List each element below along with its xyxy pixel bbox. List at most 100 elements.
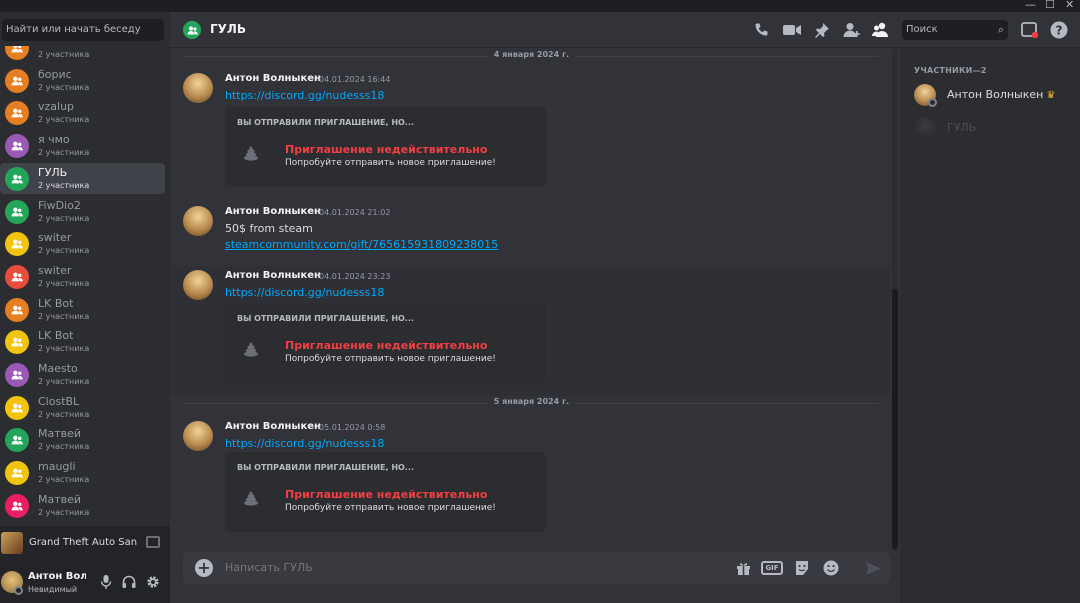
message-author[interactable]: Антон Волныкен xyxy=(225,421,321,432)
member-name-text: Антон Волныкен xyxy=(947,88,1044,101)
send-icon[interactable] xyxy=(863,558,883,578)
dm-member-count: 2 участника xyxy=(38,409,90,419)
help-icon[interactable]: ? xyxy=(1049,20,1069,40)
stream-screen-icon[interactable] xyxy=(146,536,160,548)
inbox-icon[interactable] xyxy=(1020,20,1040,40)
chat-area: ГУЛЬ Поиск ⌕ ? 4 января 2024 г. Антон Во… xyxy=(170,12,1080,603)
status-indicator-icon xyxy=(928,98,937,107)
invite-header: ВЫ ОТПРАВИЛИ ПРИГЛАШЕНИЕ, НО... xyxy=(237,314,414,323)
dm-item[interactable]: LK Bot 2 участника xyxy=(0,294,165,325)
dm-item[interactable]: FiwDio2 2 участника xyxy=(0,196,165,227)
gift-icon[interactable] xyxy=(733,558,753,578)
avatar[interactable] xyxy=(183,206,213,236)
dm-name: Матвей xyxy=(38,427,82,441)
dm-item[interactable]: я чмо 2 участника xyxy=(0,130,165,161)
dm-item[interactable]: Матвей 2 участника xyxy=(0,490,165,521)
dm-member-count: 2 участника xyxy=(38,246,90,256)
message-link[interactable]: steamcommunity.com/gift/7656159318092380… xyxy=(225,238,498,251)
video-call-icon[interactable] xyxy=(782,20,802,40)
message[interactable]: Антон Волныкен 04.01.2024 23:23 https://… xyxy=(170,266,890,396)
attach-plus-button[interactable]: + xyxy=(195,559,213,577)
group-dm-icon xyxy=(5,46,29,60)
message[interactable]: Антон Волныкен 05.01.2024 0:58 https://d… xyxy=(170,417,890,547)
dm-member-count: 2 участника xyxy=(38,115,90,125)
dm-member-count: 2 участника xyxy=(38,148,90,158)
group-dm-icon xyxy=(5,297,29,322)
user-panel: Антон Вол... Невидимый xyxy=(0,564,170,603)
dm-name: ГУЛЬ xyxy=(38,165,68,179)
dm-item[interactable]: maugli 2 участника xyxy=(0,457,165,488)
emoji-icon[interactable] xyxy=(821,558,841,578)
dm-item[interactable]: ClostBL 2 участника xyxy=(0,392,165,423)
find-conversation-input[interactable]: Найти или начать беседу xyxy=(2,19,164,41)
maximize-button[interactable]: ☐ xyxy=(1045,0,1055,11)
message-author[interactable]: Антон Волныкен xyxy=(225,206,321,217)
scrollbar-thumb[interactable] xyxy=(892,289,898,549)
dm-item[interactable]: Maesto 2 участника xyxy=(0,359,165,390)
sticker-icon[interactable] xyxy=(792,558,812,578)
dm-item[interactable]: 2 участника xyxy=(0,46,165,63)
avatar[interactable] xyxy=(183,73,213,103)
member-list: УЧАСТНИКИ—2 Антон Волныкен ♛ ГУЛЬ xyxy=(900,48,1080,603)
activity-panel[interactable]: Grand Theft Auto San ... xyxy=(0,526,170,564)
message-composer: + GIF xyxy=(183,552,890,584)
member-item[interactable]: ГУЛЬ xyxy=(914,115,1074,143)
dm-item[interactable]: vzalup 2 участника xyxy=(0,97,165,128)
poop-icon xyxy=(243,145,261,163)
dm-member-count: 2 участника xyxy=(38,50,90,59)
message-link[interactable]: https://discord.gg/nudesss18 xyxy=(225,286,384,299)
message-list: 4 января 2024 г. Антон Волныкен 04.01.20… xyxy=(170,49,895,554)
date-divider-label: 4 января 2024 г. xyxy=(487,50,576,59)
message-text: 50$ from steam xyxy=(225,222,313,235)
dm-name: maugli xyxy=(38,460,76,474)
dm-name: ClostBL xyxy=(38,394,80,408)
add-friends-icon[interactable] xyxy=(842,20,862,40)
group-dm-icon xyxy=(5,264,29,289)
dm-item[interactable]: борис 2 участника xyxy=(0,65,165,96)
scrollbar[interactable] xyxy=(892,49,898,552)
chat-title: ГУЛЬ xyxy=(210,22,247,36)
gif-label: GIF xyxy=(761,561,783,575)
invite-embed: ВЫ ОТПРАВИЛИ ПРИГЛАШЕНИЕ, НО... Приглаше… xyxy=(225,303,546,383)
minimize-button[interactable]: — xyxy=(1025,0,1036,11)
dm-item[interactable]: LK Bot 2 участника xyxy=(0,326,165,357)
message-link[interactable]: https://discord.gg/nudesss18 xyxy=(225,89,384,102)
message-author[interactable]: Антон Волныкен xyxy=(225,270,321,281)
game-name: Grand Theft Auto San ... xyxy=(29,537,139,548)
dm-list: 2 участника борис 2 участника vzalup 2 участ… xyxy=(0,46,170,536)
close-button[interactable]: ✕ xyxy=(1065,0,1074,11)
dm-item[interactable]: switer 2 участника xyxy=(0,261,165,292)
search-placeholder: Поиск xyxy=(906,24,938,35)
message[interactable]: Антон Волныкен 04.01.2024 21:02 50$ from… xyxy=(170,202,890,262)
dm-item[interactable]: ГУЛЬ 2 участника xyxy=(0,162,165,194)
invite-subtitle: Попробуйте отправить новое приглашение! xyxy=(285,503,496,513)
username[interactable]: Антон Вол... xyxy=(28,571,86,582)
phone-call-icon[interactable] xyxy=(752,20,772,40)
search-input[interactable]: Поиск ⌕ xyxy=(902,20,1008,40)
pinned-messages-icon[interactable] xyxy=(812,20,832,40)
members-heading: УЧАСТНИКИ—2 xyxy=(914,66,987,75)
invite-header: ВЫ ОТПРАВИЛИ ПРИГЛАШЕНИЕ, НО... xyxy=(237,118,414,127)
message-link[interactable]: https://discord.gg/nudesss18 xyxy=(225,437,384,450)
gear-icon[interactable] xyxy=(146,575,160,589)
poop-icon xyxy=(243,341,261,359)
group-dm-icon xyxy=(5,493,29,518)
microphone-icon[interactable] xyxy=(99,575,113,589)
title-bar: — ☐ ✕ xyxy=(0,0,1080,12)
message-input[interactable] xyxy=(225,561,725,574)
invite-subtitle: Попробуйте отправить новое приглашение! xyxy=(285,354,496,364)
avatar[interactable] xyxy=(183,421,213,451)
message-author[interactable]: Антон Волныкен xyxy=(225,73,321,84)
headphones-icon[interactable] xyxy=(122,575,136,589)
message[interactable]: Антон Волныкен 04.01.2024 16:44 https://… xyxy=(170,69,890,199)
dm-name: LK Bot xyxy=(38,329,74,343)
member-item[interactable]: Антон Волныкен ♛ xyxy=(914,82,1074,110)
dm-item[interactable]: Матвей 2 участника xyxy=(0,424,165,455)
dm-item[interactable]: switer 2 участника xyxy=(0,228,165,259)
avatar[interactable] xyxy=(183,270,213,300)
message-timestamp: 05.01.2024 0:58 xyxy=(319,423,386,432)
date-divider: 5 января 2024 г. xyxy=(184,397,879,406)
member-list-icon[interactable] xyxy=(871,20,891,40)
dm-name: switer xyxy=(38,231,72,245)
gif-button[interactable]: GIF xyxy=(761,558,783,578)
